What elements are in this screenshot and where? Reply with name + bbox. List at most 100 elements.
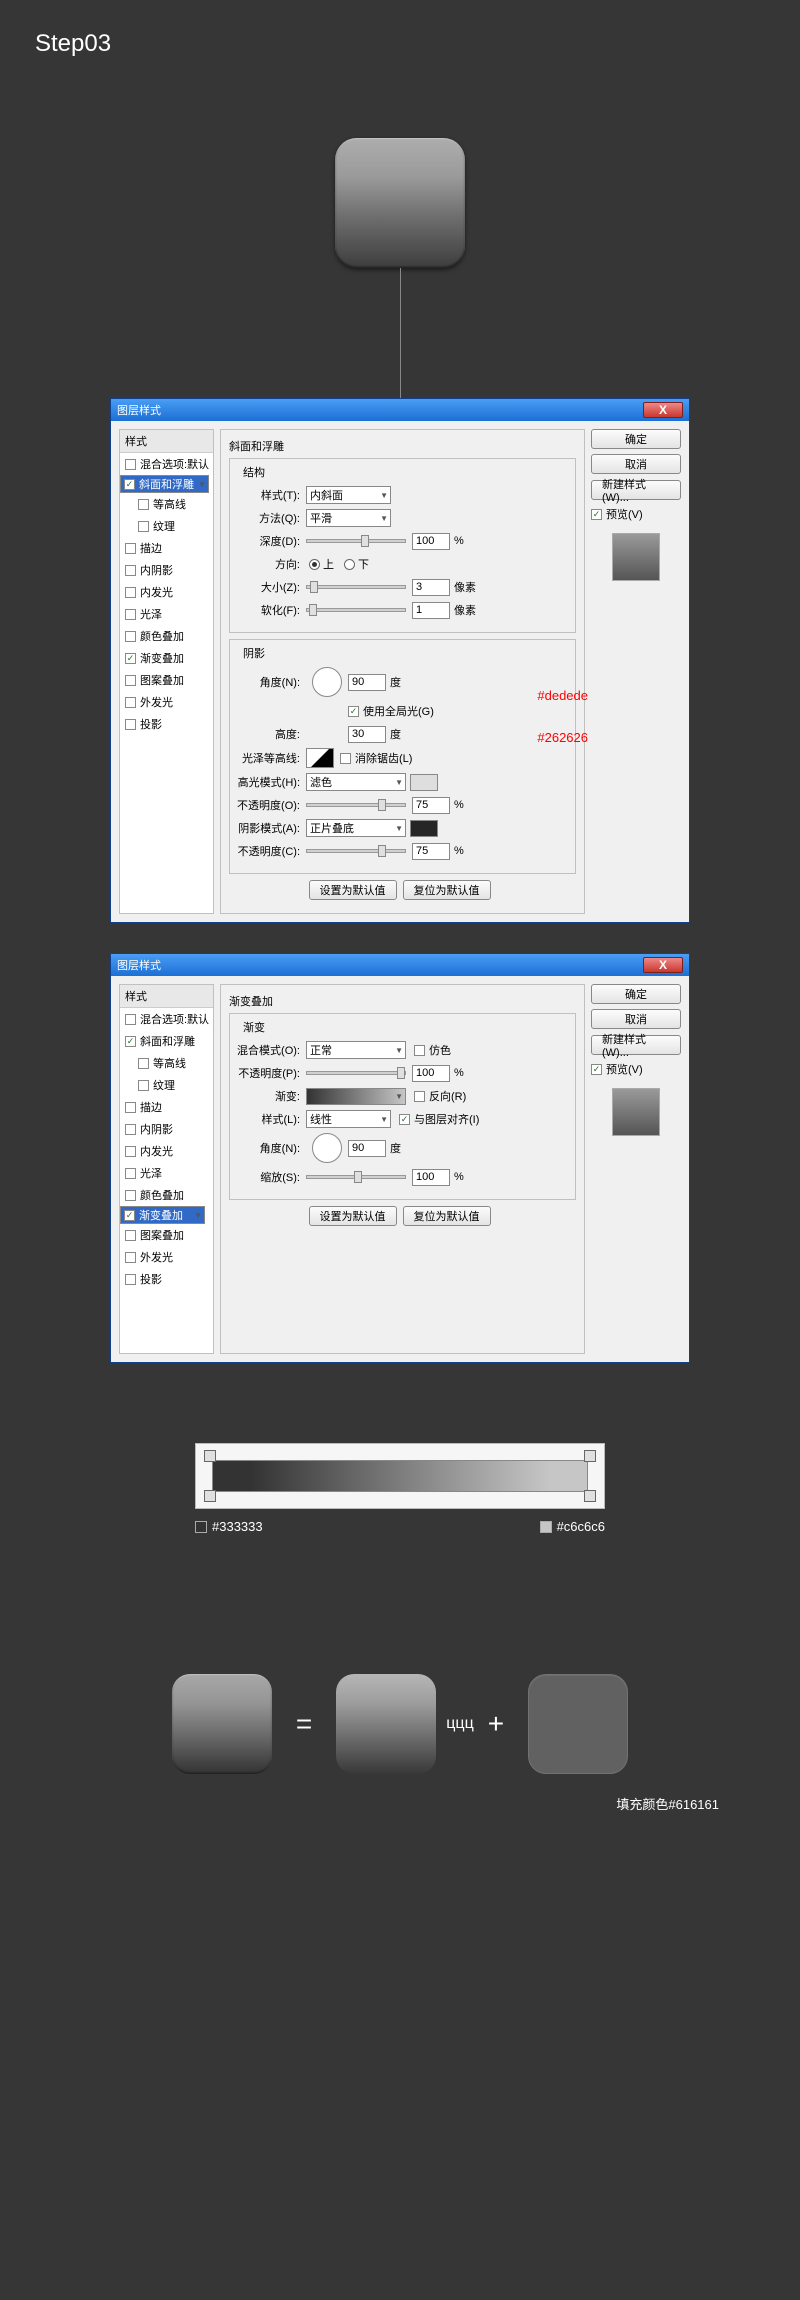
input-scale[interactable]: 100 [412, 1169, 450, 1186]
set-default-button[interactable]: 设置为默认值 [309, 1206, 397, 1226]
cancel-button[interactable]: 取消 [591, 454, 681, 474]
style-item[interactable]: 光泽 [120, 1162, 213, 1184]
dialog-titlebar[interactable]: 图层样式 X [111, 954, 689, 976]
style-item[interactable]: 纹理 [120, 1074, 213, 1096]
gradient-stop-icon[interactable] [584, 1490, 596, 1502]
gradient-stop-icon[interactable] [204, 1450, 216, 1462]
checkbox-icon[interactable] [125, 1230, 136, 1241]
select-hl-mode[interactable]: 滤色 [306, 773, 406, 791]
input-opacity[interactable]: 100 [412, 1065, 450, 1082]
checkbox-global-light[interactable]: ✓ [348, 706, 359, 717]
style-item[interactable]: 内发光 [120, 581, 213, 603]
gradient-editor[interactable] [195, 1443, 605, 1509]
checkbox-icon[interactable] [125, 1252, 136, 1263]
ok-button[interactable]: 确定 [591, 429, 681, 449]
radio-up[interactable] [309, 559, 320, 570]
gradient-picker[interactable] [306, 1088, 406, 1105]
slider-hl-op[interactable] [306, 803, 406, 807]
style-item[interactable]: 等高线 [120, 493, 213, 515]
slider-soften[interactable] [306, 608, 406, 612]
checkbox-icon[interactable] [125, 675, 136, 686]
style-item[interactable]: 颜色叠加 [120, 1184, 213, 1206]
checkbox-icon[interactable] [125, 697, 136, 708]
style-item[interactable]: 混合选项:默认 [120, 453, 213, 475]
style-item[interactable]: 内阴影 [120, 1118, 213, 1140]
style-item[interactable]: ✓渐变叠加 [120, 647, 213, 669]
swatch-sh-color[interactable] [410, 820, 438, 837]
reset-default-button[interactable]: 复位为默认值 [403, 880, 491, 900]
checkbox-align[interactable]: ✓ [399, 1114, 410, 1125]
gradient-bar[interactable] [212, 1460, 588, 1492]
gradient-stop-icon[interactable] [584, 1450, 596, 1462]
checkbox-reverse[interactable] [414, 1091, 425, 1102]
style-item[interactable]: 外发光 [120, 1246, 213, 1268]
angle-control[interactable] [312, 1133, 342, 1163]
close-button[interactable]: X [643, 957, 683, 973]
radio-down[interactable] [344, 559, 355, 570]
style-item[interactable]: 图案叠加 [120, 1224, 213, 1246]
close-button[interactable]: X [643, 402, 683, 418]
select-style[interactable]: 内斜面 [306, 486, 391, 504]
checkbox-icon[interactable]: ✓ [125, 653, 136, 664]
gradient-stop-icon[interactable] [204, 1490, 216, 1502]
style-item[interactable]: 颜色叠加 [120, 625, 213, 647]
style-item[interactable]: 光泽 [120, 603, 213, 625]
cancel-button[interactable]: 取消 [591, 1009, 681, 1029]
checkbox-preview[interactable]: ✓ [591, 509, 602, 520]
checkbox-icon[interactable] [125, 1168, 136, 1179]
checkbox-icon[interactable] [125, 1190, 136, 1201]
checkbox-icon[interactable] [125, 1102, 136, 1113]
input-sh-op[interactable]: 75 [412, 843, 450, 860]
slider-size[interactable] [306, 585, 406, 589]
checkbox-icon[interactable] [138, 1080, 149, 1091]
ok-button[interactable]: 确定 [591, 984, 681, 1004]
select-sh-mode[interactable]: 正片叠底 [306, 819, 406, 837]
checkbox-preview[interactable]: ✓ [591, 1064, 602, 1075]
checkbox-icon[interactable] [125, 1124, 136, 1135]
style-item[interactable]: 投影 [120, 713, 213, 735]
checkbox-icon[interactable] [125, 587, 136, 598]
checkbox-icon[interactable] [125, 719, 136, 730]
checkbox-icon[interactable]: ✓ [125, 1036, 136, 1047]
style-item[interactable]: 内发光 [120, 1140, 213, 1162]
style-item[interactable]: 内阴影 [120, 559, 213, 581]
input-soften[interactable]: 1 [412, 602, 450, 619]
style-item[interactable]: 图案叠加 [120, 669, 213, 691]
checkbox-icon[interactable] [125, 631, 136, 642]
checkbox-antialias[interactable] [340, 753, 351, 764]
gloss-contour[interactable] [306, 748, 334, 768]
style-item[interactable]: 等高线 [120, 1052, 213, 1074]
input-altitude[interactable]: 30 [348, 726, 386, 743]
checkbox-icon[interactable] [125, 459, 136, 470]
input-depth[interactable]: 100 [412, 533, 450, 550]
style-item[interactable]: ✓斜面和浮雕 [120, 475, 209, 493]
style-item[interactable]: 描边 [120, 1096, 213, 1118]
style-item[interactable]: 投影 [120, 1268, 213, 1290]
checkbox-icon[interactable] [138, 521, 149, 532]
style-item[interactable]: ✓渐变叠加 [120, 1206, 205, 1224]
checkbox-icon[interactable] [138, 499, 149, 510]
input-angle[interactable]: 90 [348, 1140, 386, 1157]
slider-sh-op[interactable] [306, 849, 406, 853]
select-grad-style[interactable]: 线性 [306, 1110, 391, 1128]
dialog-titlebar[interactable]: 图层样式 X [111, 399, 689, 421]
swatch-hl-color[interactable] [410, 774, 438, 791]
checkbox-icon[interactable] [138, 1058, 149, 1069]
checkbox-icon[interactable] [125, 1274, 136, 1285]
checkbox-icon[interactable]: ✓ [124, 479, 135, 490]
input-size[interactable]: 3 [412, 579, 450, 596]
input-angle[interactable]: 90 [348, 674, 386, 691]
checkbox-icon[interactable] [125, 1146, 136, 1157]
new-style-button[interactable]: 新建样式(W)... [591, 1035, 681, 1055]
new-style-button[interactable]: 新建样式(W)... [591, 480, 681, 500]
slider-scale[interactable] [306, 1175, 406, 1179]
checkbox-icon[interactable]: ✓ [124, 1210, 135, 1221]
angle-control[interactable] [312, 667, 342, 697]
style-item[interactable]: 外发光 [120, 691, 213, 713]
checkbox-icon[interactable] [125, 1014, 136, 1025]
style-item[interactable]: ✓斜面和浮雕 [120, 1030, 213, 1052]
select-blend-mode[interactable]: 正常 [306, 1041, 406, 1059]
style-item[interactable]: 描边 [120, 537, 213, 559]
reset-default-button[interactable]: 复位为默认值 [403, 1206, 491, 1226]
checkbox-icon[interactable] [125, 565, 136, 576]
